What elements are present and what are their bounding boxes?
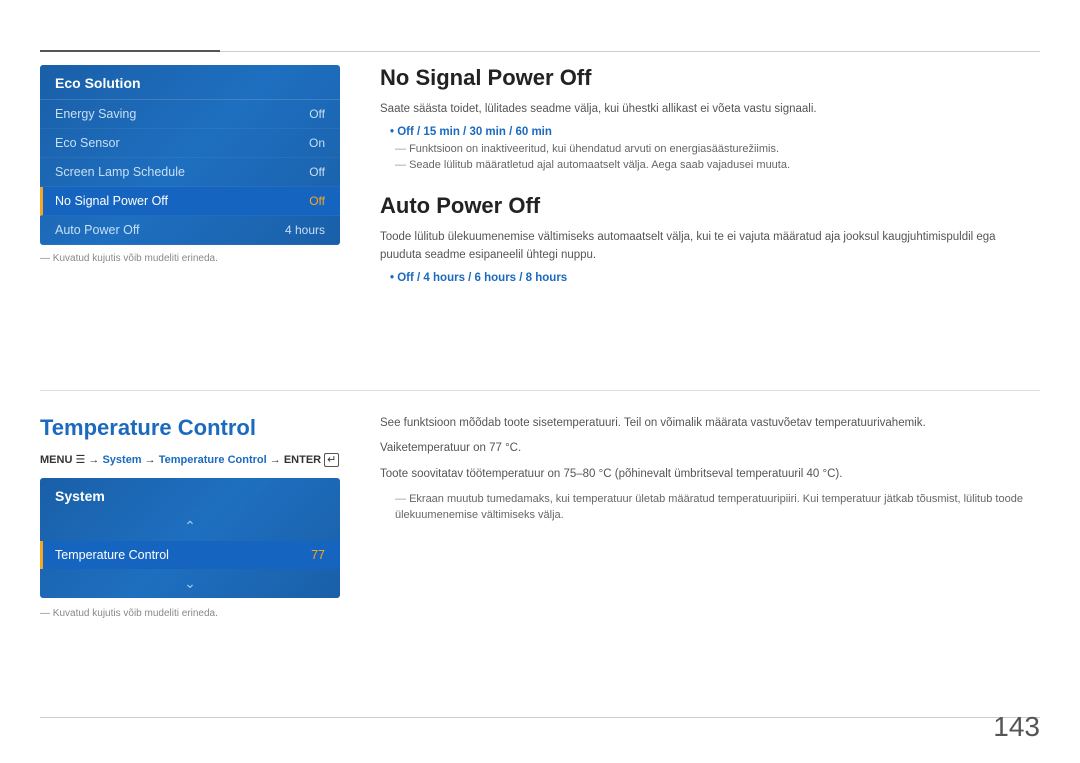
menu-item-label: Screen Lamp Schedule <box>55 165 185 179</box>
arrow-3: → <box>270 454 284 466</box>
temp-control-right: See funktsioon mõõdab toote sisetemperat… <box>380 415 1040 528</box>
no-signal-note-2: Seade lülitub määratletud ajal automaats… <box>390 159 1040 171</box>
system-menu-box: System ⌃ Temperature Control 77 ⌄ <box>40 478 340 598</box>
menu-item-auto-power[interactable]: Auto Power Off 4 hours <box>40 216 340 245</box>
no-signal-desc: Saate säästa toidet, lülitades seadme vä… <box>380 101 1040 118</box>
enter-label: ENTER <box>284 454 324 466</box>
system-item-temp[interactable]: Temperature Control 77 <box>40 541 340 569</box>
temp-control-heading: Temperature Control <box>40 415 340 441</box>
bottom-divider <box>40 717 1040 718</box>
system-title: System <box>40 478 340 512</box>
auto-power-desc: Toode lülitub ülekuumenemise vältimiseks… <box>380 229 1040 264</box>
full-divider <box>40 390 1040 391</box>
menu-item-value: On <box>309 136 325 150</box>
no-signal-note-1: Funktsioon on inaktiveeritud, kui ühenda… <box>390 143 1040 155</box>
eco-footnote: Kuvatud kujutis võib mudeliti erineda. <box>40 253 340 264</box>
menu-item-label: No Signal Power Off <box>55 194 168 208</box>
page-number: 143 <box>993 711 1040 743</box>
enter-icon: ↵ <box>324 453 339 467</box>
menu-item-value: 4 hours <box>285 223 325 237</box>
system-path: System <box>102 454 141 466</box>
menu-item-value-active: Off <box>309 194 325 208</box>
menu-item-no-signal[interactable]: No Signal Power Off Off <box>40 187 340 216</box>
temp-note: Ekraan muutub tumedamaks, kui temperatuu… <box>390 491 1040 524</box>
temp-control-left: Temperature Control MENU ☰ → System → Te… <box>40 415 340 619</box>
system-item-label: Temperature Control <box>55 548 169 562</box>
menu-label: MENU <box>40 454 75 466</box>
auto-power-highlight: Off / 4 hours / 6 hours / 8 hours <box>390 272 1040 284</box>
page: Eco Solution Energy Saving Off Eco Senso… <box>0 0 1080 763</box>
eco-menu-title: Eco Solution <box>40 65 340 100</box>
no-signal-highlight: Off / 15 min / 30 min / 60 min <box>390 126 1040 138</box>
temp-desc-3: Toote soovitatav töötemperatuur on 75–80… <box>380 466 1040 483</box>
temp-desc-1: See funktsioon mõõdab toote sisetemperat… <box>380 415 1040 432</box>
menu-item-label: Energy Saving <box>55 107 136 121</box>
auto-power-title: Auto Power Off <box>380 193 1040 219</box>
menu-item-value: Off <box>309 165 325 179</box>
arrow-2: → <box>145 454 159 466</box>
temp-control-path: Temperature Control <box>159 454 267 466</box>
menu-path: MENU ☰ → System → Temperature Control → … <box>40 453 340 466</box>
menu-item-eco-sensor[interactable]: Eco Sensor On <box>40 129 340 158</box>
menu-item-label: Auto Power Off <box>55 223 140 237</box>
menu-item-value: Off <box>309 107 325 121</box>
menu-item-energy-saving[interactable]: Energy Saving Off <box>40 100 340 129</box>
no-signal-title: No Signal Power Off <box>380 65 1040 91</box>
eco-menu-box: Eco Solution Energy Saving Off Eco Senso… <box>40 65 340 245</box>
temp-desc-2: Vaiketemperatuur on 77 °C. <box>380 440 1040 457</box>
nav-down-icon[interactable]: ⌄ <box>40 569 340 598</box>
top-divider <box>40 50 1040 52</box>
menu-icon: ☰ <box>75 454 85 466</box>
eco-solution-panel: Eco Solution Energy Saving Off Eco Senso… <box>40 65 340 264</box>
menu-item-label: Eco Sensor <box>55 136 120 150</box>
system-item-value: 77 <box>311 548 325 562</box>
arrow-1: → <box>88 454 102 466</box>
menu-item-screen-lamp[interactable]: Screen Lamp Schedule Off <box>40 158 340 187</box>
temp-footnote: Kuvatud kujutis võib mudeliti erineda. <box>40 608 340 619</box>
nav-up-icon[interactable]: ⌃ <box>40 512 340 541</box>
right-content-top: No Signal Power Off Saate säästa toidet,… <box>380 65 1040 289</box>
